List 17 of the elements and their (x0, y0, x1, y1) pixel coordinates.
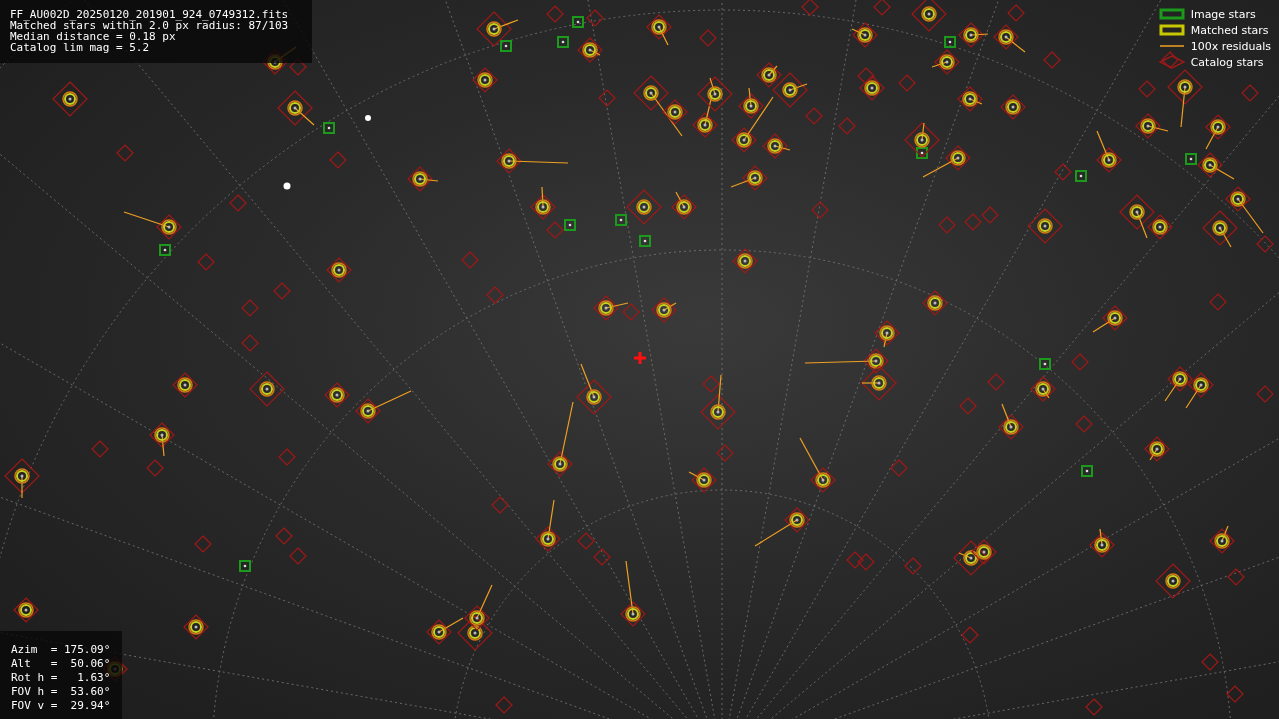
pointing-text: FOV h = 53.60° (11, 686, 112, 697)
legend-label: Matched stars (1190, 23, 1269, 37)
pointing-text: FOV v = 29.94° (11, 700, 112, 711)
pointing-text: Alt = 50.06° (11, 658, 112, 669)
info-text: FF_AU002D_20250120_201901_924_0749312.fits (10, 9, 290, 20)
legend-label: 100x residuals (1190, 39, 1271, 53)
rectangle-outline-icon (1158, 24, 1185, 36)
info-text: Matched stars within 2.0 px radius: 87/103 (10, 20, 290, 31)
legend-label: Catalog stars (1190, 55, 1264, 69)
legend-label: Image stars (1190, 7, 1256, 21)
info-text: Catalog lim mag = 5.2 (10, 42, 151, 53)
info-text: Median distance = 0.18 px (10, 31, 176, 42)
pointing-text: Rot h = 1.63° (11, 672, 112, 683)
pointing-text: Azim = 175.09° (11, 644, 112, 655)
line-icon (1158, 44, 1185, 48)
square-outline-icon (1158, 8, 1185, 20)
diamond-icon (1158, 55, 1185, 69)
